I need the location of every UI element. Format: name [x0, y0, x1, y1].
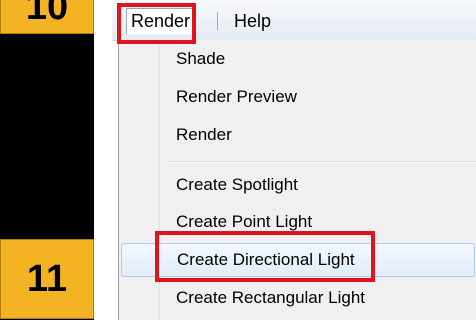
menu-item-shade[interactable]: Shade — [119, 42, 476, 76]
menu-item-create-spotlight[interactable]: Create Spotlight — [119, 168, 476, 202]
render-dropdown-menu: Shade Render Preview Render Create Spotl… — [118, 40, 476, 320]
menu-item-create-directional-light[interactable]: Create Directional Light — [121, 243, 475, 277]
menu-item-label: Create Directional Light — [177, 250, 355, 269]
menu-item-render-preview[interactable]: Render Preview — [119, 80, 476, 114]
step-badge-10: 10 — [0, 0, 94, 34]
menu-help[interactable]: Help — [230, 10, 275, 32]
menu-item-label: Render Preview — [176, 87, 297, 106]
menu-item-create-point-light[interactable]: Create Point Light — [119, 205, 476, 239]
divider-gap — [94, 0, 112, 320]
menu-item-create-rectangular-light[interactable]: Create Rectangular Light — [119, 281, 476, 315]
menubar-separator — [217, 12, 218, 30]
menu-item-label: Create Rectangular Light — [176, 288, 366, 307]
step-badge-11: 11 — [0, 239, 94, 319]
menu-render[interactable]: Render — [126, 8, 196, 34]
menu-item-label: Shade — [176, 49, 226, 68]
menu-item-render[interactable]: Render — [119, 118, 476, 152]
menu-separator — [167, 161, 476, 163]
menu-item-label: Render — [176, 125, 232, 144]
menu-bar: Render Help — [112, 0, 476, 41]
menu-item-label: Create Spotlight — [176, 175, 298, 194]
menu-item-label: Create Point Light — [176, 212, 313, 231]
